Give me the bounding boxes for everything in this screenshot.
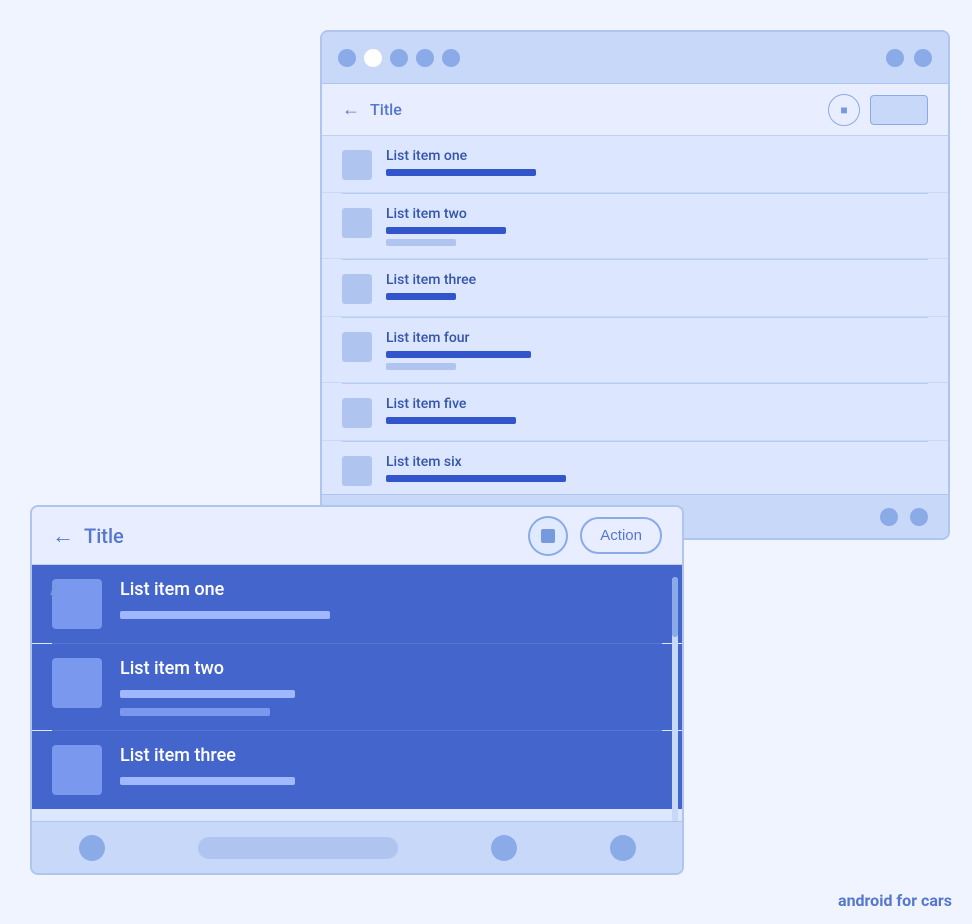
front-bar-2a: [120, 690, 295, 698]
front-list-item-3[interactable]: List item three: [32, 731, 682, 809]
scrollbar-thumb: [672, 577, 678, 637]
brand-text-suffix: for cars: [892, 891, 952, 910]
back-bar-6: [386, 475, 566, 482]
back-bar-2a: [386, 227, 506, 234]
front-scrollbar[interactable]: [672, 577, 678, 857]
dot-5: [442, 49, 460, 67]
back-window: ← Title ■ List item one List item two: [320, 30, 950, 540]
stop-icon: ■: [840, 103, 847, 117]
front-nav-pill: [198, 837, 398, 859]
action-button[interactable]: Action: [580, 517, 662, 554]
back-bar-1: [386, 169, 536, 176]
front-appbar-title: Title: [84, 524, 124, 548]
front-appbar-left: ← Title: [52, 523, 124, 549]
back-text-2: List item two: [386, 206, 506, 246]
back-bar-4a: [386, 351, 531, 358]
back-thumb-5: [342, 398, 372, 428]
back-appbar: ← Title ■: [322, 84, 948, 136]
front-list-item-2[interactable]: List item two: [32, 644, 682, 730]
back-thumb-6: [342, 456, 372, 486]
front-bar-2b: [120, 708, 270, 716]
front-item-title-1: List item one: [120, 579, 330, 600]
back-list-item-1[interactable]: List item one: [322, 136, 948, 193]
front-back-arrow-icon[interactable]: ←: [52, 523, 74, 549]
back-item-title-5: List item five: [386, 396, 516, 412]
back-item-title-2: List item two: [386, 206, 506, 222]
dot-3: [390, 49, 408, 67]
back-text-4: List item four: [386, 330, 531, 370]
back-list-item-5[interactable]: List item five: [322, 384, 948, 441]
back-thumb-2: [342, 208, 372, 238]
back-list-item-4[interactable]: List item four: [322, 318, 948, 383]
front-nav-dot-3: [610, 835, 636, 861]
back-thumb-1: [342, 150, 372, 180]
back-item-title-1: List item one: [386, 148, 536, 164]
brand-label: android for cars: [838, 891, 952, 910]
scroll-up-icon[interactable]: ∧: [48, 579, 61, 600]
front-thumb-2: [52, 658, 102, 708]
back-list-item-6[interactable]: List item six: [322, 442, 948, 499]
back-bar-4b: [386, 363, 456, 370]
front-appbar-right: Action: [528, 516, 662, 556]
front-icon-button[interactable]: [528, 516, 568, 556]
back-text-1: List item one: [386, 148, 536, 176]
front-list: List item one List item two List item th…: [32, 565, 682, 809]
front-text-1: List item one: [120, 579, 330, 624]
dot-4: [416, 49, 434, 67]
back-bar-3: [386, 293, 456, 300]
back-text-3: List item three: [386, 272, 476, 300]
back-item-title-6: List item six: [386, 454, 566, 470]
brand-text-android: android: [838, 891, 892, 910]
stop-icon-front: [541, 529, 555, 543]
back-bar-2b: [386, 239, 456, 246]
back-item-title-3: List item three: [386, 272, 476, 288]
front-thumb-3: [52, 745, 102, 795]
dot-right-1: [886, 49, 904, 67]
dot-right-2: [914, 49, 932, 67]
back-thumb-3: [342, 274, 372, 304]
front-bar-3: [120, 777, 295, 785]
front-text-3: List item three: [120, 745, 295, 790]
front-item-title-3: List item three: [120, 745, 295, 766]
front-bottom-bar: [32, 821, 682, 873]
back-bottom-dot-2: [910, 508, 928, 526]
back-list-item-3[interactable]: List item three: [322, 260, 948, 317]
front-text-2: List item two: [120, 658, 295, 716]
back-text-6: List item six: [386, 454, 566, 482]
back-bottom-dot-1: [880, 508, 898, 526]
front-nav-dot-2: [491, 835, 517, 861]
back-titlebar: [322, 32, 948, 84]
back-item-title-4: List item four: [386, 330, 531, 346]
back-text-5: List item five: [386, 396, 516, 424]
back-thumb-4: [342, 332, 372, 362]
back-list-item-2[interactable]: List item two: [322, 194, 948, 259]
back-icon-button[interactable]: ■: [828, 94, 860, 126]
back-appbar-title: Title: [370, 100, 402, 119]
dot-2: [364, 49, 382, 67]
back-appbar-right: ■: [828, 94, 928, 126]
front-list-item-1[interactable]: List item one: [32, 565, 682, 643]
front-nav-dot-1: [79, 835, 105, 861]
window-right-dots: [886, 49, 932, 67]
back-bar-5: [386, 417, 516, 424]
back-rect-button[interactable]: [870, 95, 928, 125]
back-arrow-icon[interactable]: ←: [342, 99, 360, 120]
back-appbar-left: ← Title: [342, 99, 402, 120]
front-bar-1: [120, 611, 330, 619]
front-item-title-2: List item two: [120, 658, 295, 679]
front-window: ← Title Action ∧ List item one List i: [30, 505, 684, 875]
front-appbar: ← Title Action: [32, 507, 682, 565]
dot-1: [338, 49, 356, 67]
window-dots: [338, 49, 460, 67]
back-list: List item one List item two List item th…: [322, 136, 948, 540]
